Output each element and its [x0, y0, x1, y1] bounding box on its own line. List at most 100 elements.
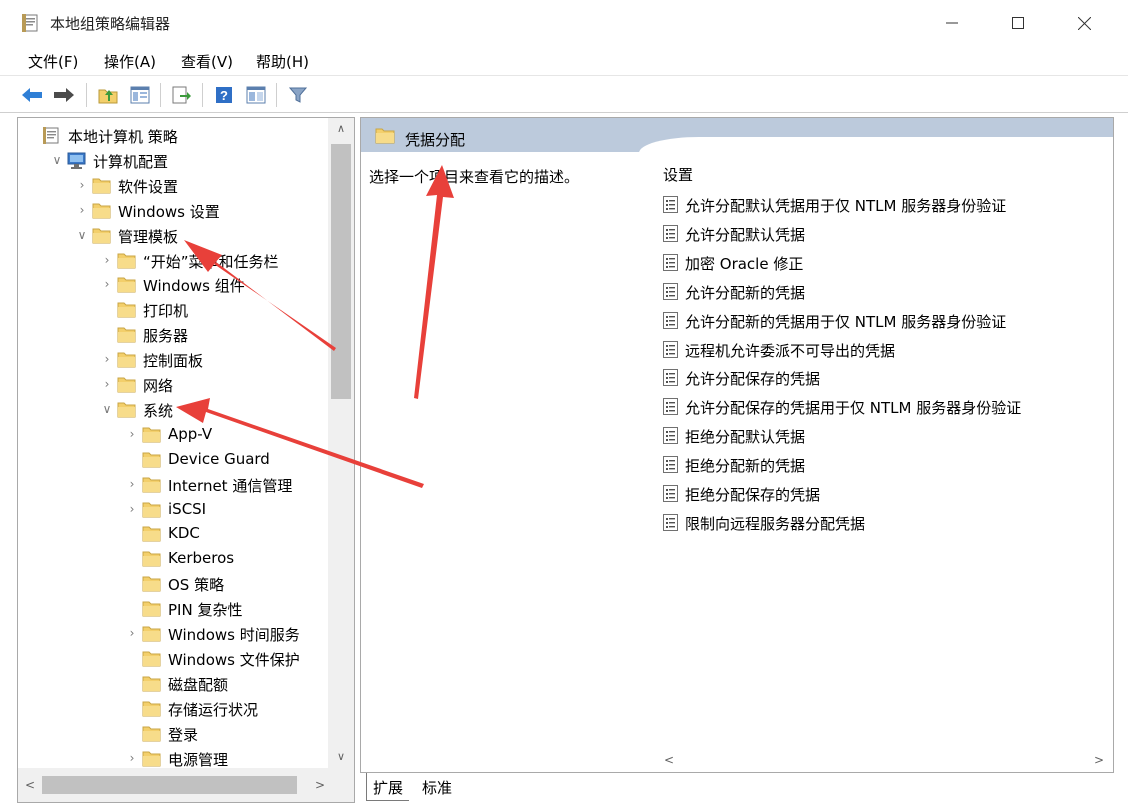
expand-icon[interactable]: › — [76, 202, 88, 218]
scroll-up-icon[interactable]: ∧ — [328, 118, 354, 140]
collapse-icon[interactable]: ∨ — [51, 152, 63, 168]
tree-item[interactable]: ∨ 系统 — [18, 398, 328, 423]
setting-item[interactable]: 拒绝分配保存的凭据 — [663, 480, 1103, 508]
tree-item[interactable]: › “开始”菜单和任务栏 — [18, 249, 328, 274]
expand-icon[interactable]: › — [76, 177, 88, 193]
tree-item[interactable]: 磁盘配额 — [18, 672, 328, 697]
collapse-icon[interactable]: ∨ — [76, 227, 88, 243]
setting-item[interactable]: 允许分配保存的凭据用于仅 NTLM 服务器身份验证 — [663, 393, 1103, 421]
folder-icon — [142, 725, 161, 742]
export-list-button[interactable] — [170, 84, 194, 106]
tree-item[interactable]: › Windows 设置 — [18, 199, 328, 224]
tree-item[interactable]: ∨ 计算机配置 — [18, 149, 328, 174]
expand-icon[interactable]: › — [101, 351, 113, 367]
tree-item[interactable]: › Windows 组件 — [18, 273, 328, 298]
extended-view-button[interactable] — [244, 84, 268, 106]
menu-bar: 文件(F) 操作(A) 查看(V) 帮助(H) — [0, 46, 1128, 76]
policy-tree: 本地计算机 策略 ∨ 计算机配置 › 软件设置 › Windows 设置 ∨ 管理模板 › “开始”… — [18, 118, 328, 768]
close-button[interactable] — [1054, 0, 1114, 46]
setting-icon — [663, 513, 678, 531]
expand-icon[interactable]: › — [101, 376, 113, 392]
expand-icon[interactable]: › — [126, 750, 138, 766]
up-one-level-button[interactable] — [96, 84, 120, 106]
view-tabs: 扩展 标准 — [360, 773, 1120, 803]
scroll-down-icon[interactable]: ∨ — [328, 746, 354, 768]
forward-button[interactable] — [52, 84, 76, 106]
tree-item[interactable]: › iSCSI — [18, 498, 328, 523]
setting-item[interactable]: 拒绝分配默认凭据 — [663, 422, 1103, 450]
scroll-thumb[interactable] — [331, 144, 351, 399]
collapse-icon[interactable]: ∨ — [101, 401, 113, 417]
policy-editor-icon — [22, 14, 38, 32]
scroll-right-icon[interactable]: > — [310, 774, 330, 796]
settings-column-header[interactable]: 设置 — [663, 164, 693, 185]
tree-item[interactable]: › Internet 通信管理 — [18, 473, 328, 498]
maximize-icon — [1012, 17, 1024, 29]
scroll-thumb[interactable] — [42, 776, 297, 794]
tree-vertical-scrollbar[interactable]: ∧ ∨ — [328, 118, 354, 768]
tree-item[interactable]: › 控制面板 — [18, 348, 328, 373]
expand-icon[interactable]: › — [126, 476, 138, 492]
filter-button[interactable] — [286, 84, 310, 106]
tree-item-label: Windows 组件 — [143, 277, 245, 296]
tree-item[interactable]: PIN 复杂性 — [18, 597, 328, 622]
expander-placeholder — [126, 700, 138, 716]
maximize-button[interactable] — [988, 0, 1048, 46]
scroll-right-icon[interactable]: > — [1089, 750, 1109, 770]
scroll-left-icon[interactable]: < — [659, 750, 679, 770]
tab-extended[interactable]: 扩展 — [366, 773, 410, 801]
folder-icon — [142, 501, 161, 518]
tree-item[interactable]: › 电源管理 — [18, 747, 328, 769]
tree-item[interactable]: 登录 — [18, 722, 328, 747]
menu-view[interactable]: 查看(V) — [181, 51, 233, 72]
expand-icon[interactable]: › — [126, 625, 138, 641]
setting-item[interactable]: 允许分配默认凭据用于仅 NTLM 服务器身份验证 — [663, 191, 1103, 219]
menu-help[interactable]: 帮助(H) — [256, 51, 309, 72]
tree-item[interactable]: 存储运行状况 — [18, 697, 328, 722]
setting-item[interactable]: 限制向远程服务器分配凭据 — [663, 509, 1103, 537]
tree-item[interactable]: KDC — [18, 522, 328, 547]
tree-item-label: 电源管理 — [168, 750, 229, 769]
tree-item[interactable]: ∨ 管理模板 — [18, 224, 328, 249]
minimize-button[interactable] — [922, 0, 982, 46]
tree-item[interactable]: Kerberos — [18, 547, 328, 572]
expand-icon[interactable]: › — [101, 252, 113, 268]
tree-item[interactable]: 服务器 — [18, 323, 328, 348]
setting-item[interactable]: 远程机允许委派不可导出的凭据 — [663, 336, 1103, 364]
help-button[interactable]: ? — [212, 84, 236, 106]
expand-icon[interactable]: › — [126, 426, 138, 442]
tree-item[interactable]: OS 策略 — [18, 572, 328, 597]
tree-item-label: 存储运行状况 — [168, 700, 259, 719]
tree-item[interactable]: Windows 文件保护 — [18, 647, 328, 672]
toolbar-separator — [202, 83, 203, 107]
tree-item-label: 磁盘配额 — [168, 675, 229, 694]
menu-file[interactable]: 文件(F) — [28, 51, 78, 72]
setting-item[interactable]: 允许分配保存的凭据 — [663, 364, 1103, 392]
setting-item[interactable]: 允许分配新的凭据用于仅 NTLM 服务器身份验证 — [663, 307, 1103, 335]
tree-item[interactable]: 打印机 — [18, 298, 328, 323]
show-hide-tree-button[interactable] — [128, 84, 152, 106]
expand-icon[interactable]: › — [126, 501, 138, 517]
setting-item[interactable]: 加密 Oracle 修正 — [663, 249, 1103, 277]
tree-item-label: 打印机 — [143, 302, 189, 321]
details-horizontal-scrollbar[interactable]: < > — [657, 748, 1113, 772]
tree-item[interactable]: › 软件设置 — [18, 174, 328, 199]
menu-action[interactable]: 操作(A) — [104, 51, 156, 72]
setting-item[interactable]: 允许分配新的凭据 — [663, 278, 1103, 306]
folder-icon — [117, 326, 136, 343]
tab-standard[interactable]: 标准 — [416, 773, 458, 801]
tree-item[interactable]: › App-V — [18, 423, 328, 448]
details-header: 凭据分配 — [361, 118, 1113, 153]
tree-item[interactable]: 本地计算机 策略 — [18, 124, 328, 149]
back-button[interactable] — [20, 84, 44, 106]
tree-item[interactable]: › 网络 — [18, 373, 328, 398]
scroll-left-icon[interactable]: < — [20, 774, 40, 796]
setting-item[interactable]: 拒绝分配新的凭据 — [663, 451, 1103, 479]
folder-icon — [142, 525, 161, 542]
setting-item[interactable]: 允许分配默认凭据 — [663, 220, 1103, 248]
tree-item[interactable]: › Windows 时间服务 — [18, 622, 328, 647]
folder-icon — [117, 276, 136, 293]
tree-horizontal-scrollbar[interactable]: < > — [18, 768, 354, 802]
tree-item[interactable]: Device Guard — [18, 448, 328, 473]
expand-icon[interactable]: › — [101, 276, 113, 292]
